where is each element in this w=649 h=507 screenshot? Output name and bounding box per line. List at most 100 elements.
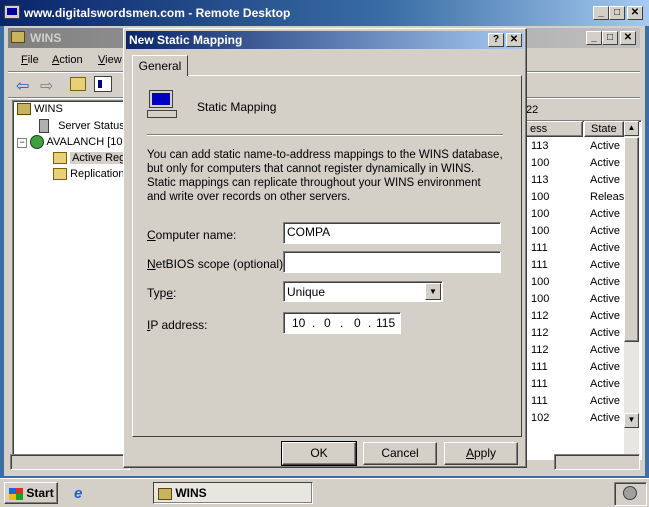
list-item-state: Active: [590, 378, 620, 390]
list-item-state: Active: [590, 327, 620, 339]
scroll-thumb[interactable]: [624, 137, 639, 342]
description-text: You can add static name-to-address mappi…: [147, 149, 503, 203]
show-hide-tree-icon[interactable]: [94, 76, 112, 92]
dialog-heading: Static Mapping: [197, 100, 277, 114]
wins-icon: [158, 487, 172, 500]
list-item-state: Active: [590, 310, 620, 322]
list-item-address: 100: [531, 293, 550, 305]
list-item-address: 112: [531, 344, 549, 356]
scroll-up-button[interactable]: ▲: [624, 121, 639, 136]
column-header-state[interactable]: State: [584, 121, 624, 137]
cancel-button[interactable]: Cancel: [363, 442, 437, 465]
tree-pane: WINS Server Status − AVALANCH [10 Active…: [12, 100, 128, 460]
list-item-address: 111: [531, 395, 548, 407]
minimize-button[interactable]: _: [593, 6, 609, 20]
computer-name-input[interactable]: COMPA: [283, 222, 501, 244]
vertical-scrollbar[interactable]: ▲ ▼: [624, 121, 639, 457]
tree-active-registrations[interactable]: Active Reg: [53, 152, 128, 165]
collapse-icon[interactable]: −: [17, 137, 27, 148]
ok-button[interactable]: OK: [281, 441, 357, 466]
system-tray: [614, 482, 647, 506]
ip-octet-1[interactable]: 10: [292, 314, 305, 332]
list-item-state: Active: [590, 395, 620, 407]
scroll-down-button[interactable]: ▼: [624, 413, 639, 428]
taskbar: Start e WINS: [0, 478, 649, 507]
list-item-state: Active: [590, 293, 620, 305]
ip-dot: .: [312, 316, 316, 330]
ip-dot: .: [368, 316, 372, 330]
list-item-state: Active: [590, 225, 620, 237]
server-icon: [39, 119, 49, 133]
list-item-address: 113: [531, 140, 549, 152]
up-folder-icon[interactable]: [70, 77, 86, 91]
list-item-state: Active: [590, 140, 620, 152]
list-item-state: Active: [590, 242, 620, 254]
maximize-button[interactable]: □: [609, 6, 625, 20]
remote-desktop-title: www.digitalswordsmen.com - Remote Deskto…: [24, 6, 291, 20]
apply-button[interactable]: Apply: [444, 442, 518, 465]
status-bar-left: [10, 454, 130, 470]
computer-name-label: Computer name:: [147, 228, 237, 242]
netbios-scope-label: NetBIOS scope (optional):: [147, 257, 287, 271]
list-item-state: Active: [590, 361, 620, 373]
close-button[interactable]: ✕: [627, 6, 643, 20]
ip-octet-3[interactable]: 0: [354, 314, 361, 332]
list-item-address: 112: [531, 310, 549, 322]
ie-icon[interactable]: e: [74, 485, 82, 502]
new-static-mapping-dialog: New Static Mapping ? ✕ General Static Ma…: [123, 28, 527, 468]
tab-general[interactable]: General: [132, 55, 188, 76]
dialog-close-button[interactable]: ✕: [506, 33, 522, 47]
windows-logo-icon: [9, 487, 23, 500]
wins-close-button[interactable]: ✕: [620, 31, 636, 45]
list-item-state: Active: [590, 344, 620, 356]
heading-divider: [147, 134, 503, 136]
tree-root-wins[interactable]: WINS: [17, 103, 63, 116]
list-item-state: Active: [590, 412, 620, 424]
list-item-address: 100: [531, 208, 550, 220]
list-item-address: 100: [531, 191, 550, 203]
list-item-state: Active: [590, 157, 620, 169]
list-item-state: Active: [590, 174, 620, 186]
ip-address-input[interactable]: 10 . 0 . 0 . 115: [283, 312, 401, 334]
ip-octet-4[interactable]: 115: [376, 314, 395, 332]
ip-octet-2[interactable]: 0: [324, 314, 331, 332]
wins-maximize-button[interactable]: □: [602, 31, 618, 45]
list-item-state: Active: [590, 208, 620, 220]
back-arrow-icon[interactable]: ⇦: [16, 76, 29, 96]
list-item-address: 111: [531, 378, 548, 390]
wins-minimize-button[interactable]: _: [586, 31, 602, 45]
type-dropdown-button[interactable]: ▼: [425, 283, 441, 300]
taskbar-wins-button[interactable]: WINS: [153, 482, 313, 504]
tree-replication[interactable]: Replication: [53, 168, 124, 181]
column-header-address[interactable]: ess: [525, 121, 583, 137]
help-button[interactable]: ?: [488, 33, 504, 47]
list-pane: ess State 113 Active 100 Active 113 Active 100…: [524, 120, 642, 460]
network-tray-icon[interactable]: [623, 486, 637, 500]
type-select-value: Unique: [287, 285, 326, 299]
netbios-scope-input[interactable]: [283, 251, 501, 273]
start-button[interactable]: Start: [4, 482, 58, 504]
list-item-address: 111: [531, 361, 548, 373]
tree-server-avalanch[interactable]: − AVALANCH [10: [17, 135, 123, 149]
list-item-address: 102: [531, 412, 550, 424]
status-bar-right: [554, 454, 640, 470]
folder-icon: [53, 152, 67, 165]
remote-desktop-titlebar[interactable]: www.digitalswordsmen.com - Remote Deskto…: [0, 0, 649, 26]
type-select[interactable]: Unique ▼: [283, 281, 443, 302]
menu-file[interactable]: File: [21, 54, 39, 66]
dialog-title: New Static Mapping: [129, 33, 243, 47]
list-item-state: Releas: [590, 191, 625, 203]
menu-action[interactable]: Action: [52, 54, 83, 66]
forward-arrow-icon[interactable]: ⇨: [40, 76, 53, 96]
tree-server-status[interactable]: Server Status: [39, 119, 125, 133]
server-green-icon: [30, 135, 45, 149]
list-item-address: 112: [531, 327, 549, 339]
list-count: 22: [526, 104, 539, 116]
ip-address-label: IP address:: [147, 318, 208, 332]
list-item-address: 100: [531, 276, 550, 288]
ip-dot: .: [340, 316, 344, 330]
dialog-titlebar[interactable]: New Static Mapping ? ✕: [126, 31, 524, 49]
type-label: Type:: [147, 286, 177, 300]
list-item-state: Active: [590, 259, 620, 271]
menu-view[interactable]: View: [98, 54, 122, 66]
